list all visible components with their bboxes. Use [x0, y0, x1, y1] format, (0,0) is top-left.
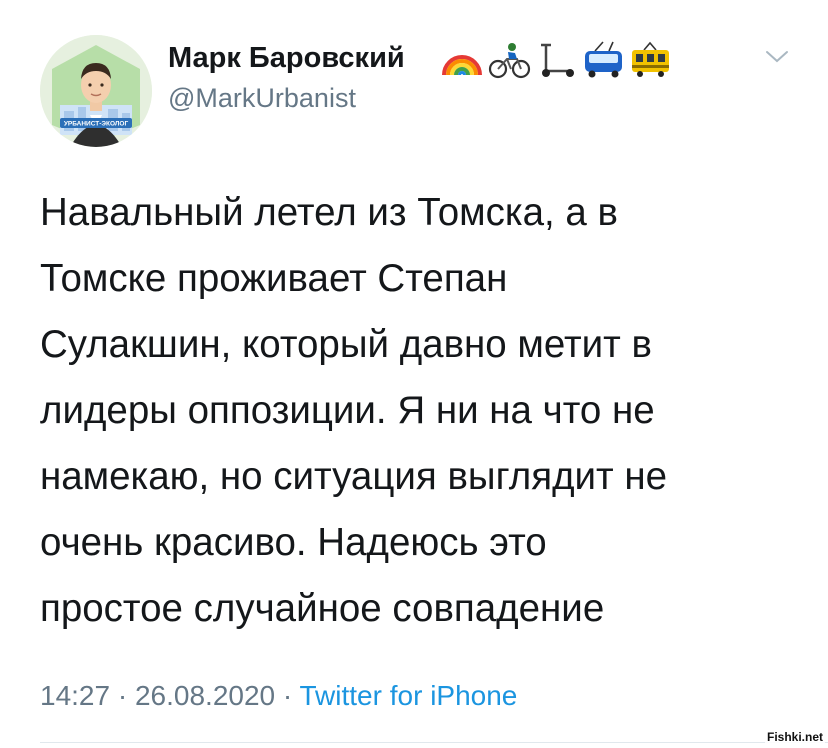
tram-icon	[628, 41, 673, 79]
tweet-source-link[interactable]: Twitter for iPhone	[300, 680, 518, 711]
watermark: Fishki.net	[764, 730, 825, 744]
meta-separator: ·	[282, 680, 293, 711]
avatar-badge-text: УРБАНИСТ-ЭКОЛОГ	[64, 121, 129, 128]
scooter-icon	[534, 41, 579, 79]
meta-separator: ·	[117, 680, 128, 711]
author-handle[interactable]: @MarkUrbanist	[168, 80, 356, 116]
avatar[interactable]: УРБАНИСТ-ЭКОЛОГ	[40, 35, 152, 147]
divider	[40, 742, 828, 743]
chevron-down-icon[interactable]	[764, 48, 790, 66]
rainbow-icon	[440, 41, 485, 79]
name-emoji-list	[440, 40, 673, 80]
author-name[interactable]: Марк Баровский	[168, 38, 405, 78]
trolleybus-icon	[581, 41, 626, 79]
tweet-date: 26.08.2020	[134, 680, 276, 711]
tweet-meta: 14:27 · 26.08.2020 · Twitter for iPhone	[40, 676, 517, 716]
tweet-text: Навальный летел из Томска, а в Томске пр…	[40, 191, 668, 630]
tweet-time: 14:27	[40, 680, 111, 711]
cyclist-icon	[487, 41, 532, 79]
